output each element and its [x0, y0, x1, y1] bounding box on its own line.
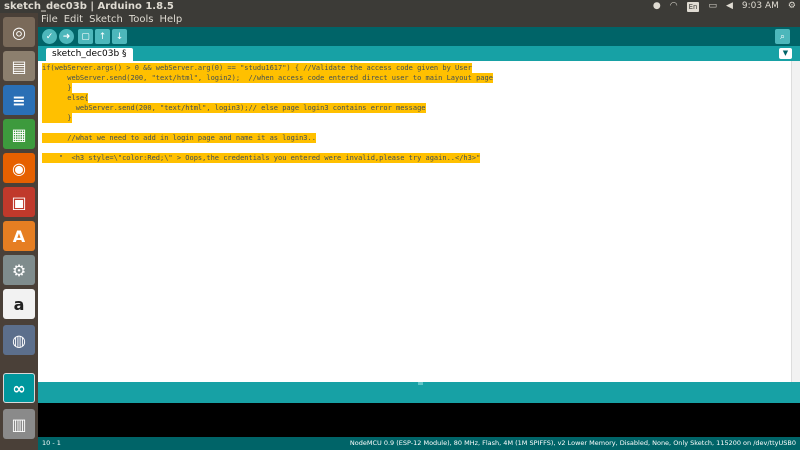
menu-sketch[interactable]: Sketch	[89, 13, 123, 27]
amazon-icon[interactable]: a	[3, 289, 35, 319]
writer-icon[interactable]: ≡	[3, 85, 35, 115]
desktop: sketch_dec03b | Arduino 1.8.5 ● ◠ En ▭ ◀…	[0, 0, 800, 450]
cursor-position: 10 - 1	[42, 439, 61, 447]
menu-file[interactable]: File	[41, 13, 58, 27]
save-icon[interactable]: ↓	[112, 29, 127, 44]
code-line-10[interactable]: " <h3 style=\"color:Red;\" > Oops,the cr…	[42, 153, 481, 163]
calc-icon[interactable]: ▦	[3, 119, 35, 149]
clock[interactable]: 9:03 AM	[742, 0, 779, 13]
system-tray: ● ◠ En ▭ ◀ 9:03 AM ⚙	[653, 0, 796, 13]
verify-icon[interactable]: ✓	[42, 29, 57, 44]
serial-monitor-button[interactable]: ⌕	[775, 29, 790, 44]
ubuntu-dash-icon[interactable]: ◎	[3, 17, 35, 47]
code-line-5[interactable]: webServer.send(200, "text/html", login3)…	[42, 103, 426, 113]
console-output	[38, 403, 800, 437]
arduino-icon[interactable]: ∞	[3, 373, 35, 403]
top-panel: sketch_dec03b | Arduino 1.8.5 ● ◠ En ▭ ◀…	[0, 0, 800, 13]
divider-grip[interactable]	[418, 382, 423, 385]
toolbar: ✓ ➜ ▢ ↑ ↓ ⌕	[38, 27, 800, 46]
launcher: ◎ ▤ ≡ ▦ ◉ ▣ A ⚙ a ◍ ∞ ▥	[0, 13, 38, 450]
status-bar: 10 - 1 NodeMCU 0.9 (ESP-12 Module), 80 M…	[38, 437, 800, 450]
editor-scrollbar[interactable]	[791, 61, 800, 382]
new-icon[interactable]: ▢	[78, 29, 93, 44]
console-divider[interactable]	[38, 382, 800, 403]
battery-icon[interactable]: ▭	[708, 0, 717, 13]
impress-icon[interactable]: ▣	[3, 187, 35, 217]
code-line-3[interactable]: }	[42, 83, 72, 93]
window-title: sketch_dec03b | Arduino 1.8.5	[4, 1, 174, 12]
upload-icon[interactable]: ➜	[59, 29, 74, 44]
arduino-tray-icon[interactable]: ●	[653, 0, 661, 13]
board-info: NodeMCU 0.9 (ESP-12 Module), 80 MHz, Fla…	[349, 439, 796, 447]
magnifier-icon: ⌕	[779, 31, 786, 42]
keyboard-layout-indicator[interactable]: En	[686, 1, 700, 12]
firefox-icon[interactable]: ◉	[3, 153, 35, 183]
menubar: File Edit Sketch Tools Help	[38, 13, 800, 27]
trash-icon[interactable]: ▥	[3, 409, 35, 439]
code-line-1[interactable]: if(webServer.args() > 0 && webServer.arg…	[42, 63, 472, 73]
volume-icon[interactable]: ◀	[726, 0, 733, 13]
code-line-8[interactable]: //what we need to add in login page and …	[42, 133, 316, 143]
disk-icon[interactable]: ◍	[3, 325, 35, 355]
tab-bar: sketch_dec03b § ▼	[38, 46, 800, 61]
files-icon[interactable]: ▤	[3, 51, 35, 81]
software-center-icon[interactable]: A	[3, 221, 35, 251]
open-icon[interactable]: ↑	[95, 29, 110, 44]
power-icon[interactable]: ⚙	[788, 0, 796, 13]
tab-sketch-dec03b[interactable]: sketch_dec03b §	[46, 48, 133, 61]
code-line-4[interactable]: else{	[42, 93, 89, 103]
code-line-2[interactable]: webServer.send(200, "text/html", login2)…	[42, 73, 493, 83]
menu-tools[interactable]: Tools	[129, 13, 154, 27]
wifi-icon[interactable]: ◠	[670, 0, 678, 13]
settings-icon[interactable]: ⚙	[3, 255, 35, 285]
menu-edit[interactable]: Edit	[64, 13, 83, 27]
tab-menu-button[interactable]: ▼	[779, 48, 792, 59]
code-editor[interactable]: if(webServer.args() > 0 && webServer.arg…	[38, 61, 800, 382]
menu-help[interactable]: Help	[159, 13, 182, 27]
code-line-6[interactable]: }	[42, 113, 72, 123]
